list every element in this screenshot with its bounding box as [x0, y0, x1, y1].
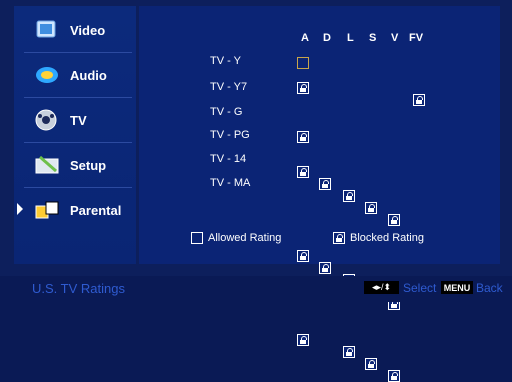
- sidebar-item-label: Parental: [70, 202, 122, 218]
- row-label: TV - G: [210, 106, 243, 118]
- selected-arrow-icon: [17, 203, 23, 215]
- row-label: TV - 14: [210, 153, 247, 165]
- column-header: D: [323, 32, 331, 44]
- column-header: S: [369, 32, 377, 44]
- divider: [24, 97, 132, 98]
- lock-icon[interactable]: [343, 190, 355, 202]
- sidebar-item-audio[interactable]: Audio: [14, 55, 136, 95]
- blocked-legend-lock-icon: [333, 232, 345, 244]
- row-label: TV - MA: [210, 177, 251, 189]
- menu-key-icon: MENU: [441, 281, 473, 294]
- allowed-legend-icon: [191, 232, 203, 244]
- parental-icon: [32, 197, 62, 223]
- video-icon: [32, 17, 62, 43]
- audio-icon: [32, 62, 62, 88]
- divider: [24, 187, 132, 188]
- lock-icon[interactable]: [297, 334, 309, 346]
- footer-title: U.S. TV Ratings: [32, 281, 125, 296]
- sidebar-item-tv[interactable]: TV: [14, 100, 136, 140]
- lock-icon[interactable]: [365, 202, 377, 214]
- sidebar-item-setup[interactable]: Setup: [14, 145, 136, 185]
- select-label: Select: [403, 281, 437, 295]
- sidebar-item-parental[interactable]: Parental: [14, 190, 136, 230]
- sidebar-item-label: Video: [70, 22, 106, 38]
- lock-icon[interactable]: [319, 178, 331, 190]
- sidebar-item-label: Audio: [70, 67, 107, 83]
- sidebar-item-label: Setup: [70, 157, 107, 173]
- tv-icon: [32, 107, 62, 133]
- legend-blocked-label: Blocked Rating: [350, 232, 424, 244]
- column-header: FV: [409, 32, 424, 44]
- navigation-arrows-icon: ◂▸/⬍: [364, 281, 399, 294]
- lock-icon[interactable]: [413, 94, 425, 106]
- sidebar-item-label: TV: [70, 112, 87, 128]
- column-header: A: [301, 32, 309, 44]
- lock-icon[interactable]: [388, 370, 400, 382]
- divider: [24, 52, 132, 53]
- ratings-panel: [139, 6, 500, 264]
- row-label: TV - Y7: [210, 81, 248, 93]
- divider: [24, 142, 132, 143]
- lock-icon[interactable]: [388, 214, 400, 226]
- legend-allowed-label: Allowed Rating: [208, 232, 282, 244]
- sidebar-menu: Video Audio TV Setup Parental: [14, 6, 136, 264]
- lock-icon[interactable]: [297, 82, 309, 94]
- lock-icon[interactable]: [319, 262, 331, 274]
- column-header: V: [391, 32, 399, 44]
- lock-icon[interactable]: [297, 250, 309, 262]
- back-label: Back: [476, 281, 503, 295]
- column-header: L: [347, 32, 354, 44]
- lock-icon[interactable]: [343, 346, 355, 358]
- sidebar-item-video[interactable]: Video: [14, 10, 136, 50]
- setup-icon: [32, 152, 62, 178]
- row-label: TV - Y: [210, 55, 241, 67]
- lock-icon[interactable]: [297, 131, 309, 143]
- rating-toggle-allowed[interactable]: [297, 57, 309, 69]
- lock-icon[interactable]: [365, 358, 377, 370]
- row-label: TV - PG: [210, 129, 250, 141]
- lock-icon[interactable]: [297, 166, 309, 178]
